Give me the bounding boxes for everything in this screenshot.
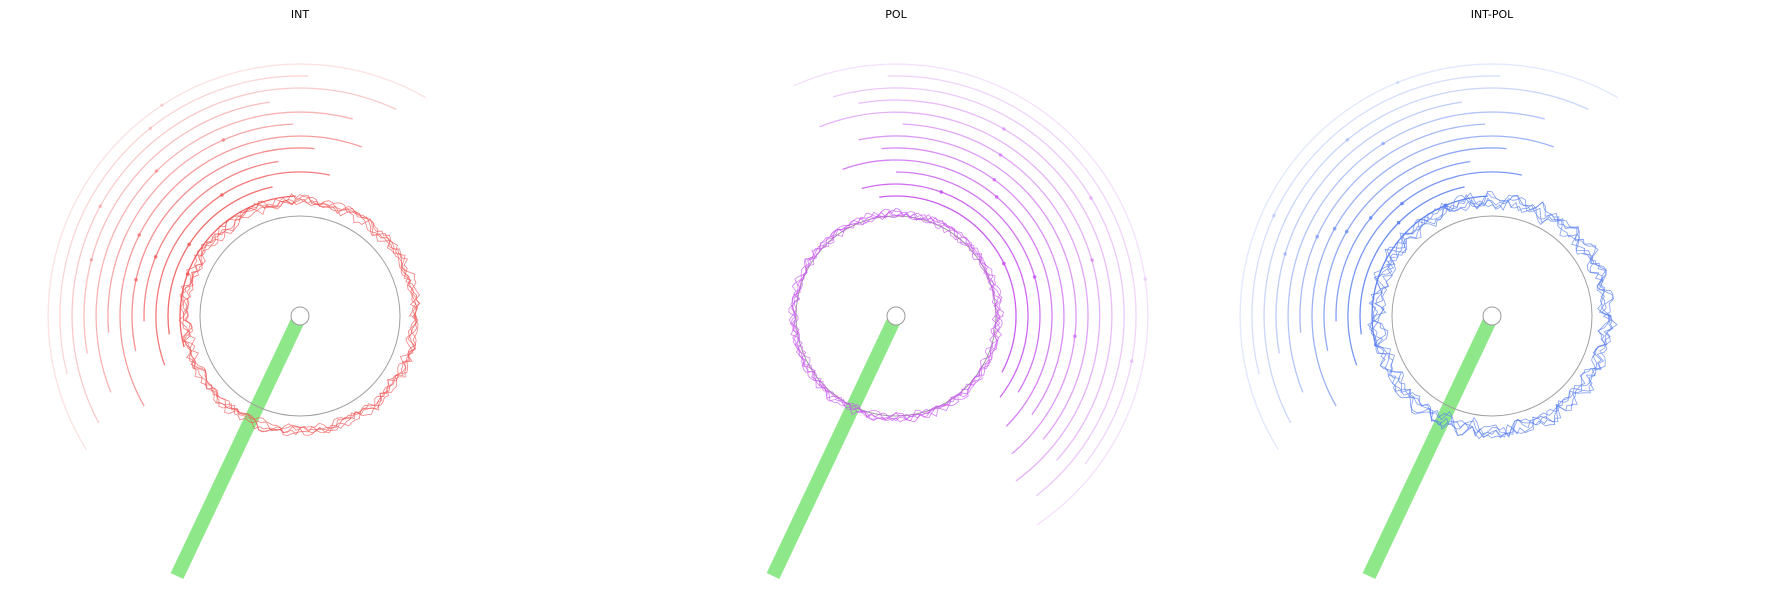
direction-bar (766, 313, 903, 579)
arc-marker (994, 195, 999, 199)
arc-marker (153, 254, 158, 259)
arc-marker (1002, 261, 1006, 266)
arc-marker (1283, 252, 1287, 256)
arc-marker (1143, 277, 1148, 281)
arc-line (819, 111, 1101, 482)
arc-marker (1368, 216, 1373, 220)
center-marker (1482, 306, 1502, 326)
arc-line (833, 87, 1125, 497)
arc-marker (1344, 229, 1349, 234)
arc-marker (148, 126, 153, 131)
arc-marker (998, 153, 1003, 157)
panel-int: INT (47, 8, 427, 579)
arc-line (119, 135, 362, 407)
arc-marker (187, 242, 191, 247)
arc-marker (137, 233, 141, 237)
panel-int-pol: INT-POL (1239, 8, 1619, 579)
arc-line (59, 75, 309, 375)
direction-bar (1362, 313, 1499, 579)
arc-marker (154, 169, 159, 173)
arc-line (95, 111, 353, 393)
arc-marker (1332, 226, 1337, 231)
arc-marker (89, 258, 94, 262)
figure: INT POL INT-POL (47, 8, 1619, 579)
arc-line (83, 101, 270, 354)
arc-marker (1345, 138, 1350, 142)
arc-marker (939, 190, 944, 194)
arc-marker (1129, 359, 1134, 363)
arc-marker (1272, 213, 1276, 218)
arc-marker (98, 204, 102, 208)
arc-line (1251, 75, 1501, 375)
arc-marker (1073, 334, 1077, 339)
arc-marker (221, 138, 226, 142)
arc-line (842, 159, 1053, 427)
arc-marker (992, 177, 997, 182)
arc-marker (160, 103, 164, 107)
arc-marker (1002, 127, 1006, 131)
arc-marker (220, 193, 224, 197)
center-marker (886, 306, 906, 326)
arc-marker (134, 277, 138, 282)
arc-line (1275, 101, 1462, 354)
direction-bar (170, 313, 307, 579)
arc-line (143, 160, 279, 322)
center-marker (290, 306, 310, 326)
arc-marker (1315, 234, 1319, 239)
panel-pol: POL (766, 8, 1149, 579)
arc-line (1287, 111, 1545, 393)
arc-marker (1395, 80, 1400, 85)
arc-marker (1381, 141, 1385, 146)
arc-marker (1396, 220, 1401, 225)
arc-marker (1089, 196, 1093, 200)
panel-title-pol: POL (885, 8, 907, 21)
arc-marker (1400, 201, 1404, 206)
panel-title-int-pol: INT-POL (1471, 8, 1514, 21)
arc-line (793, 63, 1149, 526)
arc-line (881, 147, 1065, 416)
panel-title-int: INT (291, 8, 309, 21)
arc-marker (1090, 258, 1094, 262)
arc-line (1311, 135, 1554, 407)
arc-marker (1032, 275, 1037, 279)
